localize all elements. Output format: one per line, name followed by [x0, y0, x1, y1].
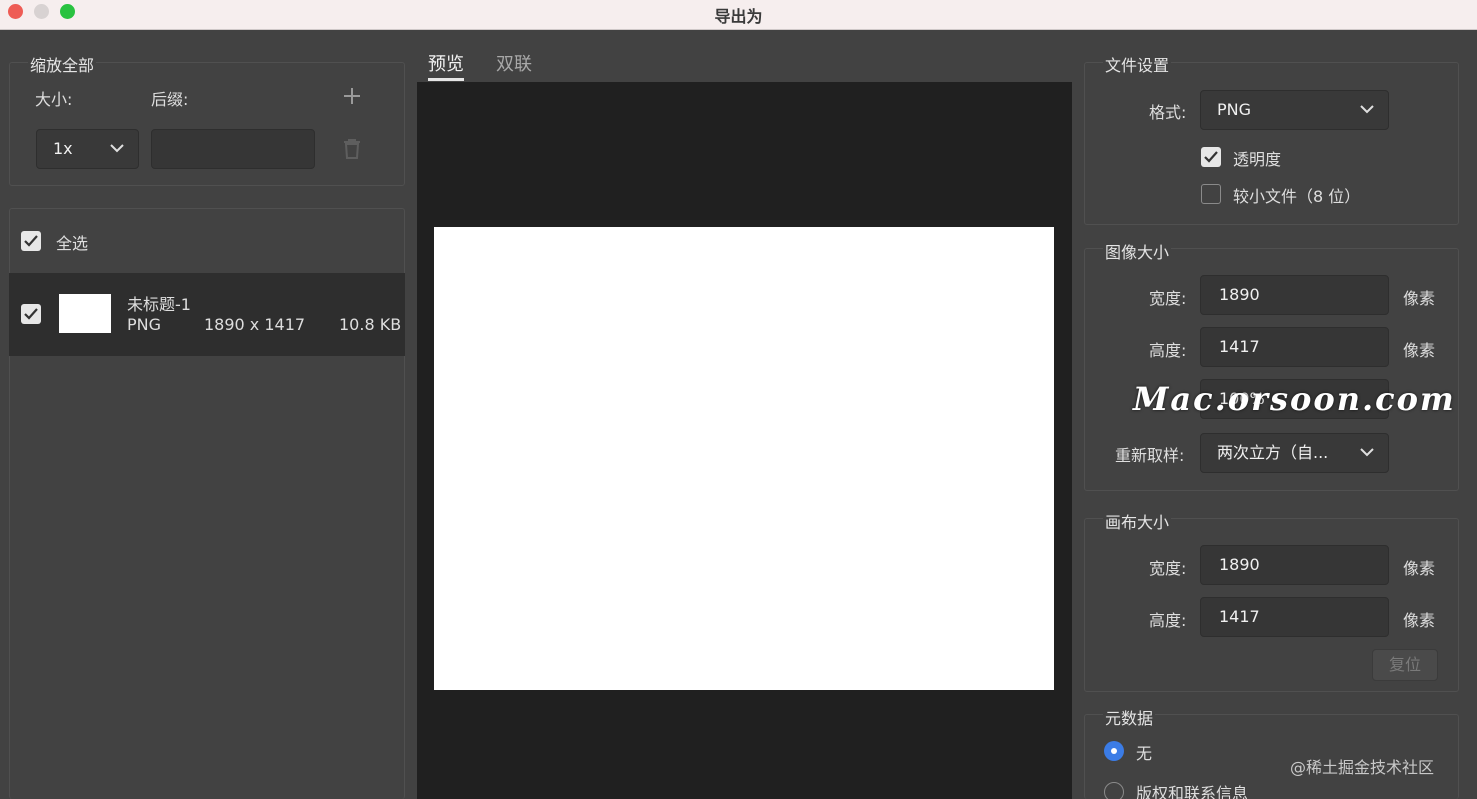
asset-name: 未标题-1 [127, 295, 191, 314]
scale-size-value: 1x [53, 139, 73, 158]
asset-dimensions: 1890 x 1417 [204, 315, 306, 334]
asset-format: PNG [127, 315, 162, 334]
suffix-input[interactable] [151, 129, 315, 169]
transparency-checkbox[interactable] [1201, 147, 1221, 167]
image-width-input[interactable]: 1890 [1200, 275, 1389, 315]
file-settings-title: 文件设置 [1103, 52, 1172, 76]
smaller-file-label: 较小文件（8 位） [1233, 187, 1361, 206]
format-label: 格式: [1149, 103, 1187, 122]
asset-checkbox[interactable] [21, 304, 41, 324]
resample-label: 重新取样: [1115, 446, 1185, 465]
smaller-file-checkbox[interactable] [1201, 184, 1221, 204]
canvas-size-title: 画布大小 [1103, 509, 1172, 533]
active-tab-indicator [428, 78, 464, 81]
metadata-copyright-label: 版权和联系信息 [1136, 784, 1249, 799]
asset-list-item[interactable]: 未标题-1 PNG 1890 x 1417 10.8 KB [9, 273, 405, 356]
format-select[interactable]: PNG [1200, 90, 1389, 130]
footer-watermark: @稀土掘金技术社区 [1290, 758, 1435, 777]
asset-file-size: 10.8 KB [339, 315, 402, 334]
size-label: 大小: [35, 90, 73, 109]
metadata-none-label: 无 [1136, 744, 1153, 763]
canvas-height-input[interactable]: 1417 [1200, 597, 1389, 637]
resample-value: 两次立方（自... [1217, 443, 1329, 462]
canvas-width-label: 宽度: [1149, 559, 1187, 578]
canvas-height-unit: 像素 [1403, 611, 1436, 630]
metadata-copyright-radio[interactable] [1104, 782, 1124, 799]
metadata-none-radio[interactable] [1104, 741, 1124, 761]
image-size-title: 图像大小 [1103, 239, 1172, 263]
canvas-width-unit: 像素 [1403, 559, 1436, 578]
chevron-down-icon [1360, 448, 1374, 457]
tab-two-up[interactable]: 双联 [496, 50, 532, 76]
asset-thumbnail [59, 294, 111, 333]
chevron-down-icon [110, 144, 124, 153]
format-value: PNG [1217, 100, 1252, 119]
preview-canvas-image [434, 227, 1054, 690]
suffix-label: 后缀: [151, 90, 189, 109]
trash-icon[interactable] [342, 138, 362, 160]
site-watermark: Mac.orsoon.com [1133, 380, 1456, 418]
transparency-label: 透明度 [1233, 150, 1282, 169]
window-title: 导出为 [714, 7, 763, 26]
select-all-label: 全选 [56, 234, 89, 253]
image-height-unit: 像素 [1403, 341, 1436, 360]
resample-select[interactable]: 两次立方（自... [1200, 433, 1389, 473]
select-all-checkbox[interactable] [21, 231, 41, 251]
title-bar: 导出为 [0, 0, 1477, 30]
chevron-down-icon [1360, 105, 1374, 114]
image-height-input[interactable]: 1417 [1200, 327, 1389, 367]
metadata-title: 元数据 [1103, 705, 1156, 729]
scale-all-title: 缩放全部 [28, 52, 97, 76]
canvas-height-label: 高度: [1149, 611, 1187, 630]
tab-preview[interactable]: 预览 [428, 50, 464, 76]
image-width-unit: 像素 [1403, 289, 1436, 308]
plus-icon[interactable] [343, 87, 361, 105]
scale-size-select[interactable]: 1x [36, 129, 139, 169]
image-height-label: 高度: [1149, 341, 1187, 360]
image-width-label: 宽度: [1149, 289, 1187, 308]
canvas-width-input[interactable]: 1890 [1200, 545, 1389, 585]
reset-button[interactable]: 复位 [1372, 649, 1438, 681]
